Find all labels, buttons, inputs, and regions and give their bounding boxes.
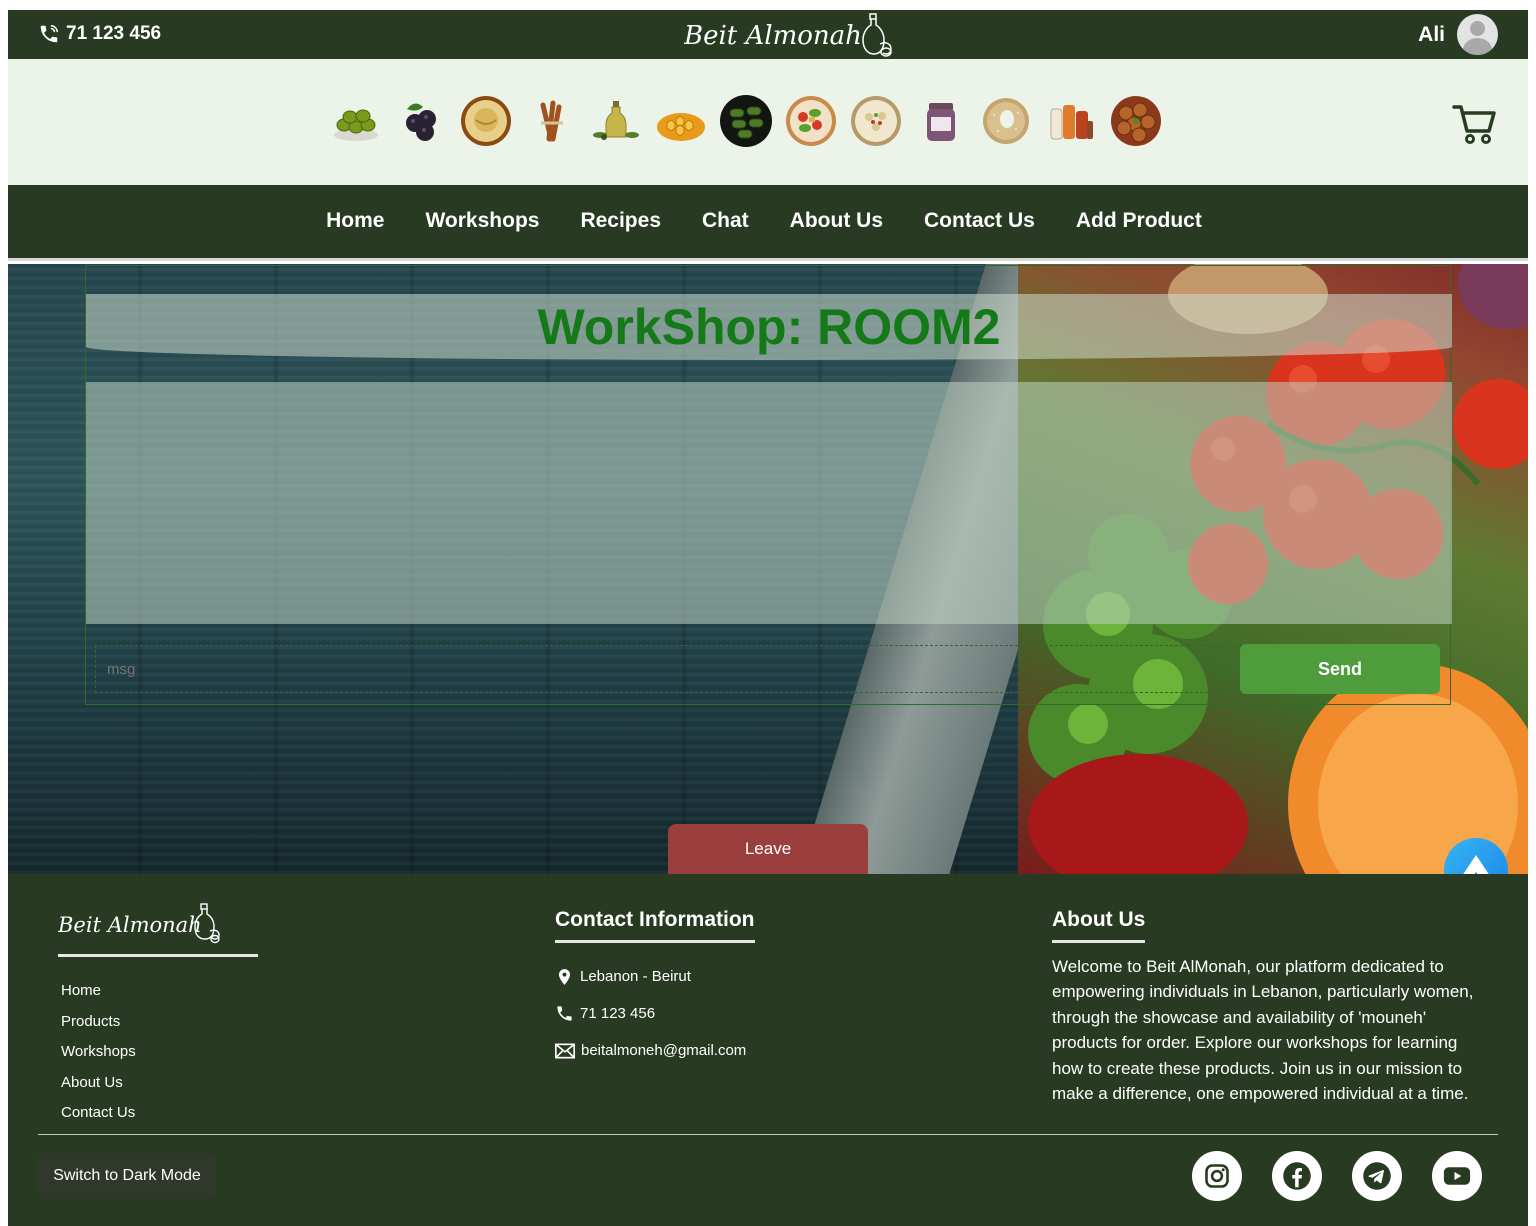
contact-phone-text: 71 123 456: [580, 1005, 656, 1022]
product-category-strip: [8, 59, 1528, 185]
chat-panel: WorkShop: ROOM2 Send: [85, 265, 1452, 705]
contact-phone: 71 123 456: [555, 995, 746, 1032]
fattoush-salad-icon[interactable]: [785, 95, 837, 147]
footer-divider: [38, 1134, 1498, 1135]
message-input[interactable]: [95, 645, 1243, 693]
youtube-icon: [1443, 1167, 1471, 1185]
about-us-title: About Us: [1052, 908, 1146, 943]
header-phone-number: 71 123 456: [66, 23, 162, 44]
contact-info-title: Contact Information: [555, 908, 755, 943]
footer-link-workshops[interactable]: Workshops: [61, 1043, 136, 1074]
dark-mode-toggle-button[interactable]: Switch to Dark Mode: [38, 1154, 216, 1198]
footer-brand-logo-text: Beit Almonah: [58, 913, 202, 937]
nav-contact-us[interactable]: Contact Us: [924, 209, 1035, 233]
footer-links: Home Products Workshops About Us Contact…: [61, 982, 136, 1135]
email-icon: [555, 1043, 575, 1058]
instagram-link[interactable]: [1192, 1151, 1242, 1201]
telegram-link[interactable]: [1352, 1151, 1402, 1201]
about-us-text: Welcome to Beit AlMonah, our platform de…: [1052, 957, 1474, 1104]
footer-link-about-us[interactable]: About Us: [61, 1074, 136, 1105]
location-pin-icon: [558, 968, 571, 985]
nav-workshops[interactable]: Workshops: [425, 209, 539, 233]
footer-brand-logo[interactable]: Beit Almonah: [58, 902, 228, 946]
page: 71 123 456 Beit Almonah Ali Home Worksho…: [8, 10, 1528, 1226]
olives-icon[interactable]: [330, 95, 382, 147]
contact-location-text: Lebanon - Beirut: [580, 968, 691, 985]
blackberries-icon[interactable]: [395, 95, 447, 147]
avatar[interactable]: [1457, 14, 1498, 55]
social-links: [1192, 1151, 1482, 1201]
contact-email[interactable]: beitalmoneh@gmail.com: [555, 1032, 746, 1069]
brand-logo[interactable]: Beit Almonah: [684, 12, 899, 58]
workshop-room-section: WorkShop: ROOM2 Send Leave: [8, 264, 1528, 874]
assistant-logo-icon: [1463, 855, 1489, 874]
nav-about-us[interactable]: About Us: [790, 209, 883, 233]
user-menu[interactable]: Ali: [1418, 14, 1498, 55]
nav-chat[interactable]: Chat: [702, 209, 749, 233]
main-nav: Home Workshops Recipes Chat About Us Con…: [8, 185, 1528, 261]
cart-icon[interactable]: [1452, 103, 1496, 145]
spices-jars-icon[interactable]: [1045, 95, 1097, 147]
footer-logo-underline: [58, 954, 258, 957]
send-button[interactable]: Send: [1240, 644, 1440, 694]
phone-call-icon: [40, 25, 58, 43]
contact-email-text[interactable]: beitalmoneh@gmail.com: [581, 1042, 746, 1059]
contact-info-list: Lebanon - Beirut 71 123 456 beitalmoneh@…: [555, 958, 746, 1069]
contact-location: Lebanon - Beirut: [555, 958, 746, 995]
facebook-icon: [1283, 1162, 1311, 1190]
header-phone: 71 123 456: [38, 23, 161, 45]
user-name: Ali: [1418, 22, 1445, 46]
chat-messages-area[interactable]: [86, 382, 1452, 624]
nav-recipes[interactable]: Recipes: [580, 209, 661, 233]
instagram-icon: [1205, 1164, 1229, 1188]
facebook-link[interactable]: [1272, 1151, 1322, 1201]
product-icons-row: [330, 95, 1162, 147]
falafel-icon[interactable]: [1110, 95, 1162, 147]
footer: Beit Almonah Home Products Workshops Abo…: [8, 874, 1528, 1226]
brand-logo-text: Beit Almonah: [684, 21, 862, 51]
nav-add-product[interactable]: Add Product: [1076, 209, 1202, 233]
nav-home[interactable]: Home: [326, 209, 384, 233]
stuffed-grape-leaves-icon[interactable]: [720, 95, 772, 147]
telegram-icon: [1363, 1162, 1391, 1190]
leave-button[interactable]: Leave: [668, 824, 868, 874]
kaak-bread-icon[interactable]: [980, 95, 1032, 147]
labneh-plate-icon[interactable]: [850, 95, 902, 147]
top-bar: 71 123 456 Beit Almonah Ali: [8, 10, 1528, 59]
footer-link-products[interactable]: Products: [61, 1013, 136, 1044]
cinnamon-icon[interactable]: [525, 95, 577, 147]
footer-link-contact-us[interactable]: Contact Us: [61, 1104, 136, 1135]
footer-link-home[interactable]: Home: [61, 982, 136, 1013]
room-title: WorkShop: ROOM2: [537, 299, 1001, 355]
olive-oil-icon[interactable]: [590, 95, 642, 147]
honeycomb-icon[interactable]: [655, 95, 707, 147]
hummus-icon[interactable]: [460, 95, 512, 147]
phone-icon: [557, 1006, 572, 1021]
youtube-link[interactable]: [1432, 1151, 1482, 1201]
jam-jar-icon[interactable]: [915, 95, 967, 147]
